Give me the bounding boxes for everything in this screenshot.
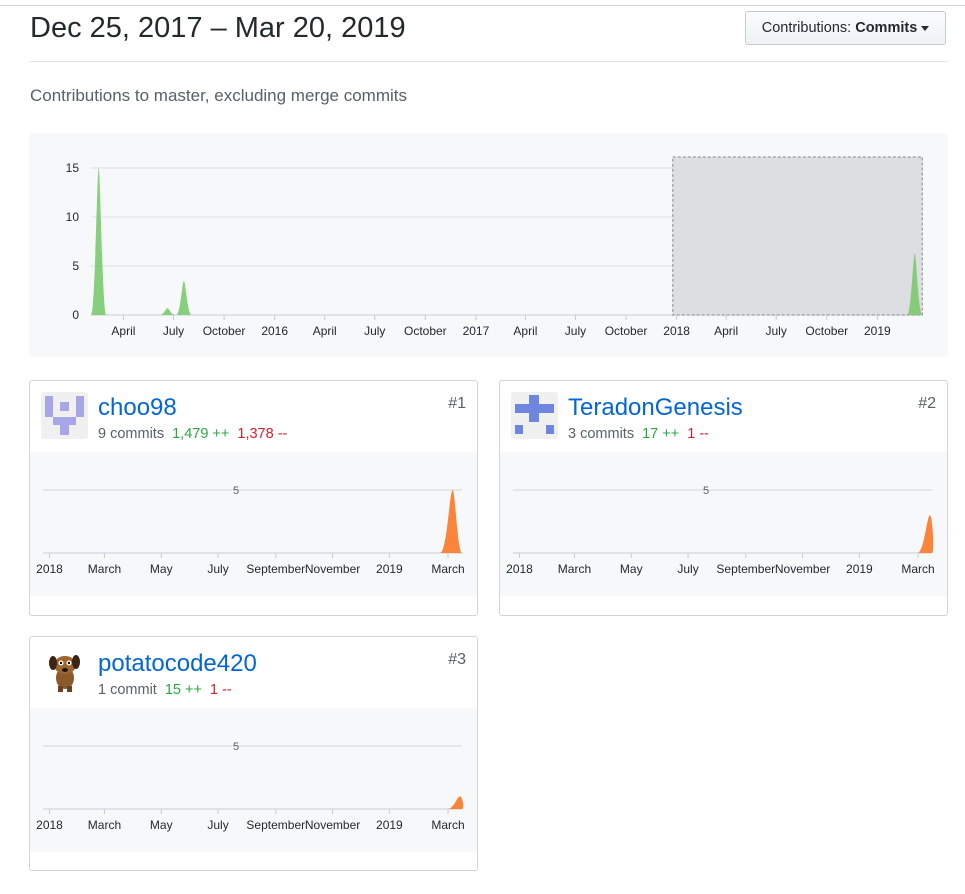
commit-area-peak bbox=[917, 515, 934, 553]
contributions-dropdown-button[interactable]: Contributions: Commits bbox=[745, 11, 946, 45]
x-tick-label: April bbox=[111, 324, 135, 338]
additions-count: 15 ++ bbox=[164, 682, 202, 698]
x-tick-label: March bbox=[88, 562, 121, 576]
contributor-name-link[interactable]: potatocode420 bbox=[98, 650, 257, 678]
x-tick-label: March bbox=[88, 818, 121, 832]
commit-area-peak bbox=[91, 168, 107, 315]
contributor-card-1: choo98 9 commits 1,479 ++ 1,378 -- #1 5 2… bbox=[29, 380, 478, 616]
x-tick-label: July bbox=[766, 324, 787, 338]
additions-count: 1,479 ++ bbox=[172, 426, 230, 442]
x-tick-label: November bbox=[305, 562, 360, 576]
selection-brush bbox=[672, 156, 923, 316]
x-tick-label: May bbox=[150, 562, 173, 576]
x-tick-label: July bbox=[207, 818, 228, 832]
x-tick-label: 2018 bbox=[663, 324, 690, 338]
commit-count[interactable]: 3 commits bbox=[568, 426, 634, 442]
chart-subtitle: Contributions to master, excluding merge… bbox=[30, 86, 407, 105]
y-tick-label: 5 bbox=[233, 485, 239, 497]
x-tick-label: October bbox=[203, 324, 246, 338]
deletions-count: 1,378 -- bbox=[237, 426, 288, 442]
contributor-chart[interactable]: 5 2018 March May July September November 2019 Ma… bbox=[500, 452, 947, 596]
x-tick-label: October bbox=[605, 324, 648, 338]
y-tick-label: 5 bbox=[703, 485, 709, 497]
additions-count: 17 ++ bbox=[642, 426, 680, 442]
contributor-chart[interactable]: 5 2018 March May July September November 2019 Ma… bbox=[30, 708, 477, 852]
x-tick-label: October bbox=[805, 324, 848, 338]
contributor-stats: 1 commit 15 ++ 1 -- bbox=[98, 682, 232, 698]
contributor-rank: #1 bbox=[448, 395, 466, 412]
x-tick-label: November bbox=[775, 562, 830, 576]
x-tick-label: September bbox=[716, 562, 775, 576]
x-tick-label: July bbox=[364, 324, 385, 338]
commit-count[interactable]: 1 commit bbox=[98, 682, 157, 698]
x-tick-label: November bbox=[305, 818, 360, 832]
y-tick-label: 5 bbox=[72, 259, 79, 273]
main-contributions-chart[interactable]: 0 5 10 15 April July October 2016 April July Octob… bbox=[29, 133, 948, 357]
commit-area-peak bbox=[159, 308, 175, 315]
y-tick-label: 15 bbox=[66, 161, 80, 175]
x-tick-label: March bbox=[431, 562, 464, 576]
x-tick-label: 2019 bbox=[376, 818, 403, 832]
contributor-rank: #2 bbox=[918, 395, 936, 412]
x-tick-label: 2019 bbox=[864, 324, 891, 338]
x-tick-label: July bbox=[677, 562, 698, 576]
contributor-card-2: TeradonGenesis 3 commits 17 ++ 1 -- #2 5… bbox=[499, 380, 948, 616]
x-tick-label: October bbox=[404, 324, 447, 338]
x-tick-label: 2017 bbox=[463, 324, 490, 338]
contributor-chart-svg[interactable]: 5 2018 March May July September November 2019 Ma… bbox=[30, 708, 477, 852]
x-tick-label: July bbox=[163, 324, 184, 338]
x-tick-label: July bbox=[207, 562, 228, 576]
contributor-name-link[interactable]: TeradonGenesis bbox=[568, 394, 743, 422]
contributor-header: potatocode420 1 commit 15 ++ 1 -- #3 bbox=[30, 637, 477, 708]
contributor-chart-svg[interactable]: 5 2018 March May July September November 2019 Ma… bbox=[30, 452, 477, 596]
header-divider bbox=[30, 61, 948, 62]
page-title: Dec 25, 2017 – Mar 20, 2019 bbox=[30, 12, 406, 44]
x-tick-label: April bbox=[313, 324, 337, 338]
contributor-stats: 3 commits 17 ++ 1 -- bbox=[568, 426, 709, 442]
x-tick-label: September bbox=[246, 818, 305, 832]
y-tick-label: 5 bbox=[233, 741, 239, 753]
x-tick-label: July bbox=[565, 324, 586, 338]
main-chart-svg[interactable]: 0 5 10 15 April July October 2016 April July Octob… bbox=[29, 133, 948, 357]
x-tick-label: 2019 bbox=[376, 562, 403, 576]
x-tick-label: 2018 bbox=[506, 562, 533, 576]
contributor-stats: 9 commits 1,479 ++ 1,378 -- bbox=[98, 426, 287, 442]
y-tick-label: 0 bbox=[72, 308, 79, 322]
contributor-chart-svg[interactable]: 5 2018 March May July September November 2019 Ma… bbox=[500, 452, 947, 596]
x-tick-label: March bbox=[901, 562, 934, 576]
y-tick-label: 10 bbox=[66, 210, 80, 224]
dog-avatar[interactable] bbox=[41, 648, 88, 695]
top-border bbox=[0, 5, 965, 6]
dropdown-label: Contributions: bbox=[761, 20, 852, 36]
x-tick-label: April bbox=[714, 324, 738, 338]
x-tick-label: March bbox=[558, 562, 591, 576]
contributor-name-link[interactable]: choo98 bbox=[98, 394, 177, 422]
x-tick-label: March bbox=[431, 818, 464, 832]
contributor-header: TeradonGenesis 3 commits 17 ++ 1 -- #2 bbox=[500, 381, 947, 452]
identicon-blue-avatar[interactable] bbox=[511, 392, 558, 439]
x-tick-label: April bbox=[513, 324, 537, 338]
contributor-rank: #3 bbox=[448, 651, 466, 668]
commit-area-peak bbox=[447, 796, 464, 809]
x-tick-label: September bbox=[246, 562, 305, 576]
dropdown-value: Commits bbox=[855, 20, 918, 36]
commit-area-peak bbox=[439, 490, 462, 553]
identicon-purple-avatar[interactable] bbox=[41, 392, 88, 439]
commit-area-peak bbox=[176, 280, 192, 315]
deletions-count: 1 -- bbox=[209, 682, 232, 698]
x-tick-label: 2019 bbox=[846, 562, 873, 576]
x-tick-label: May bbox=[150, 818, 173, 832]
contributor-header: choo98 9 commits 1,479 ++ 1,378 -- #1 bbox=[30, 381, 477, 452]
caret-down-icon bbox=[921, 25, 930, 31]
x-tick-label: May bbox=[620, 562, 643, 576]
x-tick-label: 2018 bbox=[36, 818, 63, 832]
x-tick-label: 2018 bbox=[36, 562, 63, 576]
contributor-chart[interactable]: 5 2018 March May July September November 2019 Ma… bbox=[30, 452, 477, 596]
contributor-card-3: potatocode420 1 commit 15 ++ 1 -- #3 5 20… bbox=[29, 636, 478, 871]
commit-count[interactable]: 9 commits bbox=[98, 426, 164, 442]
deletions-count: 1 -- bbox=[687, 426, 709, 442]
x-tick-label: 2016 bbox=[261, 324, 288, 338]
